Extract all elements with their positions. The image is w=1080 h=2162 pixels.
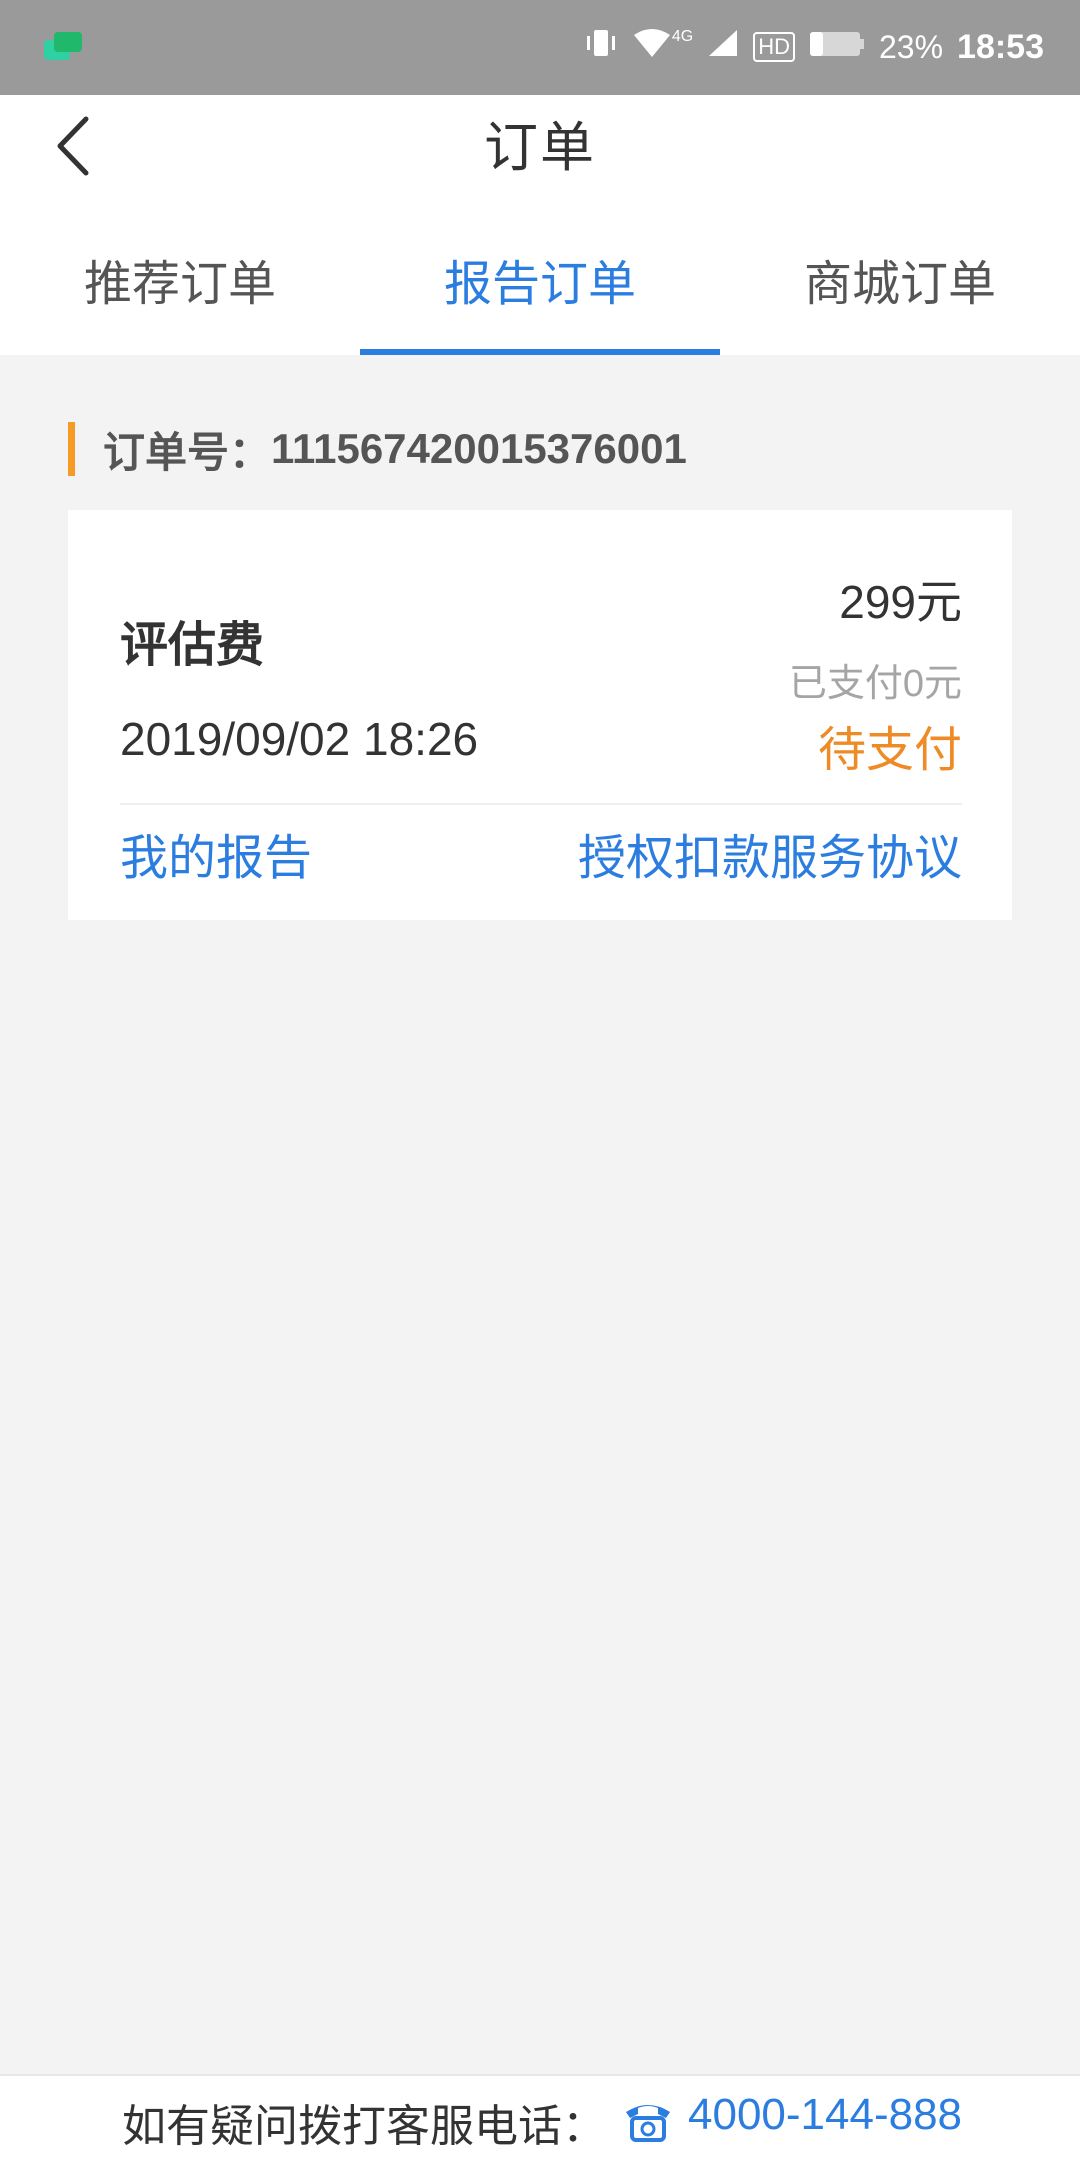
clock: 18:53	[957, 27, 1044, 66]
order-item-name: 评估费	[120, 619, 265, 672]
order-tabs: 推荐订单 报告订单 商城订单	[0, 240, 1080, 355]
wifi-icon	[632, 27, 672, 67]
battery-icon	[809, 29, 865, 66]
tab-recommended-orders[interactable]: 推荐订单	[0, 240, 360, 355]
order-number-value: 111567420015376001	[271, 425, 687, 472]
status-badge: 待支付	[817, 724, 962, 777]
order-number-row: 订单号： 111567420015376001	[68, 422, 687, 476]
support-phone-link[interactable]: 4000-144-888	[688, 2090, 962, 2140]
status-icons: 4G HD 23% 18:53	[584, 24, 1044, 70]
support-text: 如有疑问拨打客服电话：	[122, 2102, 606, 2151]
order-datetime: 2019/09/02 18:26	[120, 713, 479, 765]
battery-percent: 23%	[878, 28, 944, 65]
telephone-icon[interactable]	[622, 2096, 674, 2142]
hd-badge: HD	[753, 32, 795, 62]
my-report-link[interactable]: 我的报告	[120, 818, 312, 888]
signal-icon	[707, 28, 739, 66]
status-bar: 4G HD 23% 18:53	[0, 0, 1080, 95]
paid-amount: 已支付0元	[788, 663, 962, 705]
chat-app-icon	[44, 32, 84, 62]
payment-agreement-link[interactable]: 授权扣款服务协议	[578, 818, 962, 888]
order-amount: 299元	[839, 576, 962, 628]
support-footer: 如有疑问拨打客服电话： 4000-144-888	[0, 2074, 1080, 2162]
page-title: 订单	[484, 118, 596, 178]
card-divider	[120, 803, 962, 805]
order-card: 评估费 299元 已支付0元 2019/09/02 18:26 待支付 我的报告…	[68, 510, 1012, 920]
order-accent-bar	[68, 422, 75, 476]
vibrate-icon	[584, 28, 618, 66]
app-header: 订单 推荐订单 报告订单 商城订单	[0, 95, 1080, 355]
tab-mall-orders[interactable]: 商城订单	[720, 240, 1080, 355]
tab-report-orders[interactable]: 报告订单	[360, 240, 720, 355]
network-type: 4G	[671, 28, 694, 45]
order-number-label: 订单号：	[103, 428, 272, 476]
